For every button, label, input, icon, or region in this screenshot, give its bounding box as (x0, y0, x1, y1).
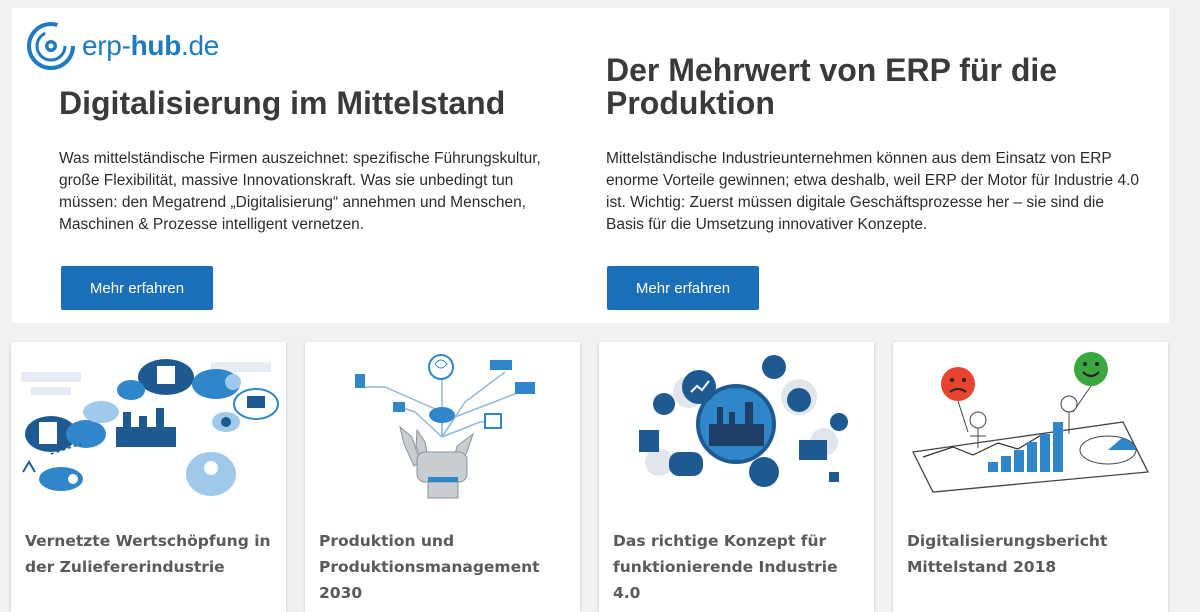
cloud-network-illustration (21, 359, 279, 496)
card-title[interactable]: Vernetzte Wertschöpfung in der Zuliefere… (25, 528, 280, 580)
card-title[interactable]: Digitalisierungsbericht Mittelstand 2018 (907, 528, 1162, 580)
feature-text: Was mittelständische Firmen auszeichnet:… (59, 150, 541, 233)
growth-chart-illustration (912, 352, 1150, 493)
logo-icon (27, 22, 75, 70)
feature-headline: Der Mehrwert von ERP für die Produktion (606, 52, 1058, 121)
mehr-erfahren-button[interactable]: Mehr erfahren (61, 266, 213, 310)
card-vernetzte-wertschoepfung[interactable]: Vernetzte Wertschöpfung in der Zuliefere… (11, 342, 286, 612)
feature-headline: Digitalisierung im Mittelstand (59, 85, 506, 121)
card-title[interactable]: Produktion und Produktionsmanagement 203… (319, 528, 574, 606)
feature-text: Mittelständische Industrieunternehmen kö… (606, 150, 1140, 233)
card-digitalisierungsbericht[interactable]: Digitalisierungsbericht Mittelstand 2018 (893, 342, 1168, 612)
mehr-erfahren-button[interactable]: Mehr erfahren (607, 266, 759, 310)
logo-text: erp-hub.de (82, 30, 220, 61)
site-logo[interactable]: erp-hub.de (26, 20, 219, 72)
robot-hand-illustration (355, 354, 535, 499)
card-title[interactable]: Das richtige Konzept für funktionierende… (613, 528, 868, 606)
card-industrie-4-0[interactable]: Das richtige Konzept für funktionierende… (599, 342, 874, 612)
card-produktion-2030[interactable]: Produktion und Produktionsmanagement 203… (305, 342, 580, 612)
hero-panel: erp-hub.de Digitalisierung im Mittelstan… (12, 8, 1169, 323)
factory-network-illustration (639, 355, 848, 487)
